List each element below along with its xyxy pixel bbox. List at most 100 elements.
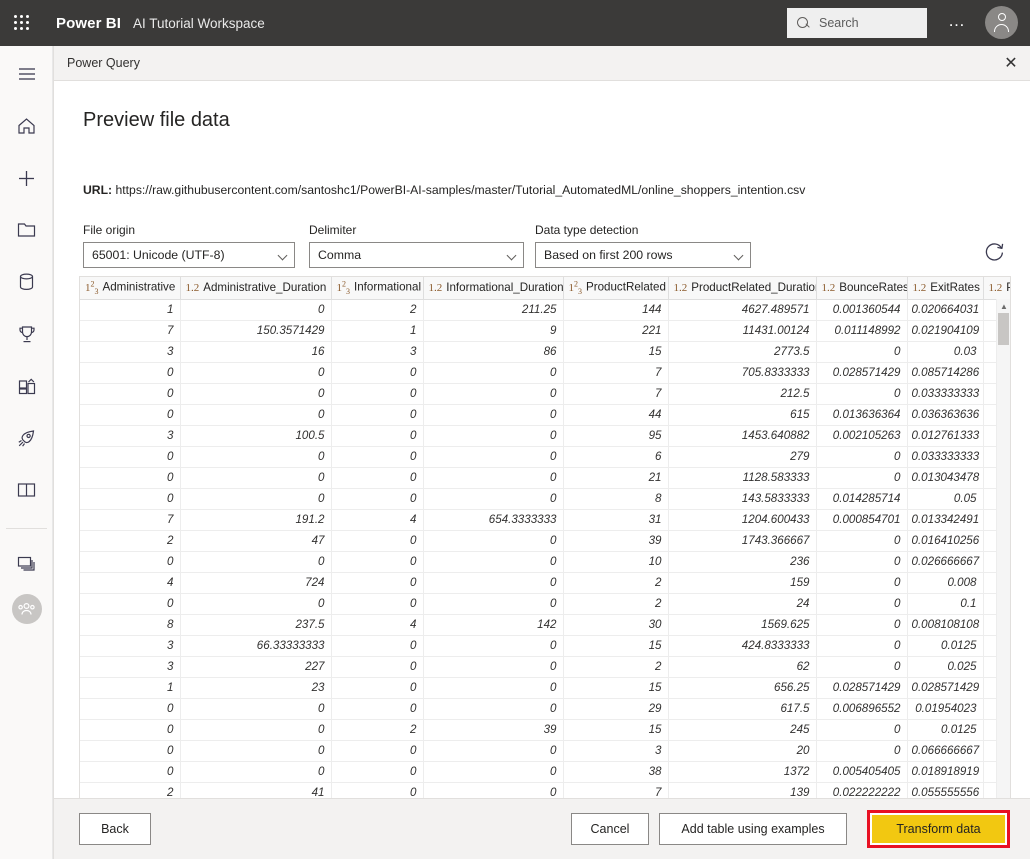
sidebar-item-create[interactable]	[0, 158, 53, 198]
sidebar-item-deployment-pipelines[interactable]	[0, 418, 53, 458]
table-cell: 7	[80, 509, 181, 531]
table-cell: 0.026666667	[907, 551, 984, 573]
search-placeholder: Search	[819, 16, 859, 30]
delimiter-select[interactable]: Comma	[309, 242, 524, 268]
table-row[interactable]: 0 0 0 0 7 212.5 0 0.033333333	[80, 383, 1010, 405]
table-cell: 0	[423, 404, 564, 426]
table-cell: 95	[563, 425, 669, 447]
table-row[interactable]: 7 191.2 4 654.3333333 31 1204.600433 0.0008547…	[80, 509, 1010, 531]
source-url: URL: https://raw.githubusercontent.com/s…	[83, 183, 805, 197]
table-row[interactable]: 0 0 0 0 3 20 0 0.066666667	[80, 740, 1010, 762]
table-cell: 0	[180, 488, 332, 510]
avatar[interactable]	[985, 6, 1018, 39]
table-row[interactable]: 1 0 2 211.25 144 4627.489571 0.001360544 0.0206…	[80, 299, 1010, 321]
transform-data-button[interactable]: Transform data	[867, 810, 1010, 848]
table-cell: 0	[423, 362, 564, 384]
column-header-productrelated_duration[interactable]: 1.2 ProductRelated_Duration	[668, 277, 817, 300]
vertical-scrollbar[interactable]: ▲ ▼	[996, 299, 1010, 812]
workspaces-icon	[17, 556, 35, 571]
trophy-icon	[18, 325, 35, 342]
sidebar-item-home[interactable]	[0, 106, 53, 146]
table-cell: 2	[331, 719, 424, 741]
table-cell: 8	[563, 488, 669, 510]
dialog-title: Power Query	[67, 56, 140, 70]
sidebar-item-hamburger[interactable]	[0, 54, 53, 94]
table-row[interactable]: 0 0 0 0 6 279 0 0.033333333	[80, 446, 1010, 468]
sidebar-item-current-workspace[interactable]	[0, 589, 53, 629]
table-cell: 0	[331, 383, 424, 405]
column-header-productrelated[interactable]: 123 ProductRelated	[563, 277, 669, 300]
search-input[interactable]: Search	[787, 8, 927, 38]
table-cell: 0	[331, 656, 424, 678]
table-cell: 0	[331, 635, 424, 657]
column-header-informational_duration[interactable]: 1.2 Informational_Duration	[423, 277, 564, 300]
table-row[interactable]: 7 150.3571429 1 9 221 11431.00124 0.011148992 0…	[80, 320, 1010, 342]
sidebar-item-apps[interactable]	[0, 366, 53, 406]
table-row[interactable]: 0 0 0 0 10 236 0 0.026666667	[80, 551, 1010, 573]
table-cell: 6	[563, 446, 669, 468]
table-cell: 7	[80, 320, 181, 342]
column-header-p[interactable]: 1.2P	[983, 277, 1010, 300]
table-cell: 0	[816, 446, 908, 468]
sidebar-item-workspaces[interactable]	[0, 543, 53, 583]
table-cell: 0.013043478	[907, 467, 984, 489]
table-cell: 0	[423, 677, 564, 699]
table-row[interactable]: 3 66.33333333 0 0 15 424.8333333 0 0.0125	[80, 635, 1010, 657]
app-launcher-icon[interactable]	[0, 0, 44, 46]
table-row[interactable]: 0 0 0 0 7 705.8333333 0.028571429 0.085714286	[80, 362, 1010, 384]
vertical-scroll-thumb[interactable]	[998, 313, 1009, 345]
brand-logo-text[interactable]: Power BI	[56, 15, 121, 32]
table-cell: 39	[563, 530, 669, 552]
sidebar-item-metrics[interactable]	[0, 314, 53, 354]
add-table-using-examples-button[interactable]: Add table using examples	[659, 813, 847, 845]
table-row[interactable]: 0 0 0 0 44 615 0.013636364 0.036363636	[80, 404, 1010, 426]
table-row[interactable]: 0 0 0 0 2 24 0 0.1	[80, 593, 1010, 615]
data-type-detection-select[interactable]: Based on first 200 rows	[535, 242, 751, 268]
table-cell: 23	[180, 677, 332, 699]
sidebar-item-datahub[interactable]	[0, 262, 53, 302]
table-row[interactable]: 0 0 0 0 8 143.5833333 0.014285714 0.05	[80, 488, 1010, 510]
table-row[interactable]: 3 100.5 0 0 95 1453.640882 0.002105263 0.012761…	[80, 425, 1010, 447]
sidebar-item-learn[interactable]	[0, 470, 53, 510]
close-icon[interactable]: ✕	[998, 50, 1024, 76]
url-label: URL:	[83, 183, 113, 197]
sidebar-item-browse[interactable]	[0, 210, 53, 250]
table-row[interactable]: 0 0 2 39 15 245 0 0.0125	[80, 719, 1010, 741]
back-button[interactable]: Back	[79, 813, 151, 845]
column-header-administrative_duration[interactable]: 1.2 Administrative_Duration	[180, 277, 332, 300]
table-cell: 1	[80, 299, 181, 321]
table-row[interactable]: 0 0 0 0 29 617.5 0.006896552 0.01954023	[80, 698, 1010, 720]
table-row[interactable]: 4 724 0 0 2 159 0 0.008	[80, 572, 1010, 594]
column-header-exitrates[interactable]: 1.2 ExitRates	[907, 277, 984, 300]
table-row[interactable]: 0 0 0 0 38 1372 0.005405405 0.018918919	[80, 761, 1010, 783]
table-cell: 38	[563, 761, 669, 783]
column-header-bouncerates[interactable]: 1.2 BounceRates	[816, 277, 908, 300]
table-cell: 0	[80, 698, 181, 720]
table-cell: 1	[80, 677, 181, 699]
table-row[interactable]: 0 0 0 0 21 1128.583333 0 0.013043478	[80, 467, 1010, 489]
more-options-icon[interactable]: …	[948, 12, 966, 29]
table-cell: 21	[563, 467, 669, 489]
table-row[interactable]: 8 237.5 4 142 30 1569.625 0 0.008108108	[80, 614, 1010, 636]
table-cell: 4	[331, 614, 424, 636]
column-header-informational[interactable]: 123 Informational	[331, 277, 424, 300]
table-row[interactable]: 3 227 0 0 2 62 0 0.025	[80, 656, 1010, 678]
url-value: https://raw.githubusercontent.com/santos…	[115, 183, 806, 197]
cancel-button[interactable]: Cancel	[571, 813, 649, 845]
rocket-icon	[18, 429, 35, 447]
table-cell: 0.008	[907, 572, 984, 594]
column-header-administrative[interactable]: 123 Administrative	[80, 277, 181, 300]
table-cell: 654.3333333	[423, 509, 564, 531]
table-row[interactable]: 1 23 0 0 15 656.25 0.028571429 0.028571429	[80, 677, 1010, 699]
table-cell: 3	[563, 740, 669, 762]
file-origin-select[interactable]: 65001: Unicode (UTF-8)	[83, 242, 295, 268]
table-cell: 0.028571429	[907, 677, 984, 699]
table-row[interactable]: 3 16 3 86 15 2773.5 0 0.03	[80, 341, 1010, 363]
refresh-icon[interactable]	[984, 241, 1010, 267]
column-header-label: P	[1006, 281, 1010, 294]
table-cell: 86	[423, 341, 564, 363]
table-cell: 0	[80, 488, 181, 510]
table-row[interactable]: 2 47 0 0 39 1743.366667 0 0.016410256	[80, 530, 1010, 552]
scroll-up-icon[interactable]: ▲	[997, 299, 1010, 313]
table-cell: 24	[668, 593, 817, 615]
